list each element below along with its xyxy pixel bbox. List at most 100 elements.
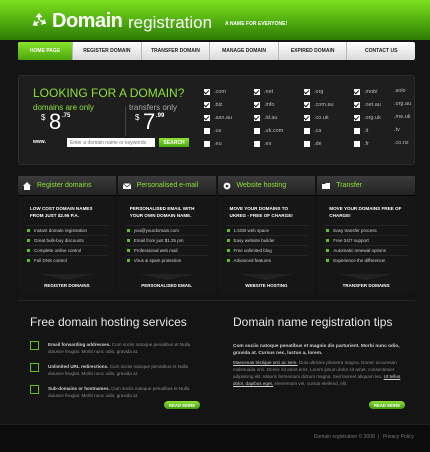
footer-text: Domain registration © 2008 | Privacy Pol…	[313, 434, 414, 440]
domains-dollar: $	[41, 113, 46, 122]
feature-columns: Register domains LOW COST DOMAIN NAMES F…	[18, 176, 415, 294]
feature-header[interactable]: Register domains	[18, 176, 116, 196]
domains-price-label: domains are only	[33, 103, 94, 112]
checkbox-checked[interactable]	[204, 89, 210, 95]
footer-copyright: © 2008	[358, 434, 375, 440]
checkbox[interactable]	[304, 141, 310, 147]
checkbox-checked[interactable]	[254, 115, 260, 121]
tld-option[interactable]: .co.uk	[304, 114, 354, 122]
service-item: Unlimited URL redirections. Cum sociis n…	[30, 363, 200, 377]
transfer-domains-link[interactable]: TRANSFER DOMAINS	[317, 283, 415, 288]
list-item: 1.5GB web space	[225, 225, 308, 235]
checkbox-checked[interactable]	[204, 102, 210, 108]
tld-option[interactable]: .info	[254, 101, 304, 109]
feature-header[interactable]: Personalised e-mail	[117, 176, 216, 196]
hosting-title: Free domain hosting services	[30, 315, 187, 329]
tagline: A NAME FOR EVERYONE!	[225, 21, 288, 27]
folder-icon	[322, 182, 331, 189]
feature-title: Transfer	[336, 182, 363, 189]
feature-header[interactable]: Website hosting	[217, 176, 316, 196]
feature-list: Instant domain registration Great bulk-b…	[26, 225, 108, 265]
nav-home[interactable]: HOME PAGE	[18, 42, 74, 60]
checkbox-checked[interactable]	[354, 102, 360, 108]
tld-option[interactable]: .uk.com	[254, 127, 304, 135]
feature-intro: MOVE YOUR DOMAINS FREE OF CHARGE!	[329, 206, 402, 218]
checkbox[interactable]	[254, 128, 260, 134]
subdomain-icon	[30, 385, 39, 394]
hosting-read-more-button[interactable]: READ MORE	[164, 401, 200, 409]
tips-link-1[interactable]: Maecenas tristique orci ac sem.	[233, 360, 298, 365]
nav-register-domain[interactable]: REGISTER DOMAIN	[73, 42, 142, 60]
list-item: Automatic renewal options	[325, 245, 407, 255]
service-text: Sub-domains or hostnames. Cum sociis nat…	[48, 386, 190, 398]
list-item: Advanced features	[225, 255, 308, 265]
feature-intro: LOW COST DOMAIN NAMES FROM JUST $2.95 P.…	[30, 206, 93, 218]
list-item: Great bulk-buy discounts	[26, 235, 108, 245]
feature-list: Easy transfer process Free 24/7 support …	[325, 225, 407, 265]
arrow-down-icon	[138, 274, 195, 280]
main-nav: HOME PAGE REGISTER DOMAIN TRANSFER DOMAI…	[18, 42, 415, 60]
nav-manage-domain[interactable]: MANAGE DOMAIN	[210, 42, 279, 60]
checkbox-checked[interactable]	[304, 89, 310, 95]
tld-extra: .me.uk	[394, 114, 411, 120]
arrow-down-icon	[38, 274, 95, 280]
tld-option[interactable]: .us	[204, 127, 254, 135]
tips-read-more-button[interactable]: READ MORE	[369, 401, 405, 409]
website-hosting-link[interactable]: WEBSITE HOSTING	[218, 283, 316, 288]
search-button[interactable]: SEARCH	[159, 138, 189, 147]
redirect-icon	[30, 363, 39, 372]
feature-transfer: Transfer MOVE YOUR DOMAINS FREE OF CHARG…	[317, 176, 415, 294]
personalised-email-link[interactable]: PERSONALISED EMAIL	[118, 283, 216, 288]
feature-header[interactable]: Transfer	[317, 176, 415, 196]
feature-list: you@yourdomain.com Email from just $1.25…	[125, 225, 208, 265]
arrow-down-icon	[238, 274, 295, 280]
feature-title: Register domains	[37, 182, 92, 189]
logo-text-domain[interactable]: Domain	[52, 10, 123, 33]
tips-body: Maecenas tristique orci ac sem. Duis ult…	[233, 360, 401, 386]
checkbox[interactable]	[304, 128, 310, 134]
nav-transfer-domain[interactable]: TRANSFER DOMAIN	[142, 42, 211, 60]
logo-text-registration[interactable]: registration	[128, 13, 212, 33]
list-item: Easy website builder	[225, 235, 308, 245]
checkbox[interactable]	[204, 128, 210, 134]
service-text: Email forwarding addresses. Cum sociis n…	[48, 342, 191, 354]
checkbox-checked[interactable]	[354, 115, 360, 121]
tld-option[interactable]: .biz	[204, 101, 254, 109]
site-footer: Domain registration © 2008 | Privacy Pol…	[0, 424, 430, 452]
checkbox-checked[interactable]	[304, 115, 310, 121]
tld-option[interactable]: .ca	[304, 127, 354, 135]
tld-extra: .tv	[394, 127, 400, 133]
nav-expired-domain[interactable]: EXPIRED DOMAIN	[279, 42, 348, 60]
checkbox[interactable]	[354, 128, 360, 134]
tld-extra-column: .solo .org.au .me.uk .tv .co.nz	[394, 88, 411, 153]
tld-extra: .org.au	[394, 101, 412, 107]
list-item: Easy transfer process	[325, 225, 407, 235]
tld-option[interactable]: .eu	[204, 140, 254, 148]
checkbox[interactable]	[204, 141, 210, 147]
nav-contact-us[interactable]: CONTACT US	[347, 42, 415, 60]
checkbox-checked[interactable]	[254, 102, 260, 108]
list-item: you@yourdomain.com	[125, 225, 208, 235]
checkbox-checked[interactable]	[204, 115, 210, 121]
tld-option[interactable]: .de	[304, 140, 354, 148]
checkbox[interactable]	[254, 141, 260, 147]
domain-search-input[interactable]	[67, 138, 155, 147]
tld-option[interactable]: .com	[204, 88, 254, 96]
arrow-down-icon	[338, 274, 395, 280]
checkbox-checked[interactable]	[354, 89, 360, 95]
tld-option[interactable]: .es	[254, 140, 304, 148]
service-text: Unlimited URL redirections. Cum sociis n…	[48, 364, 189, 376]
privacy-policy-link[interactable]: Privacy Policy	[383, 434, 414, 440]
tld-option[interactable]: .org	[304, 88, 354, 96]
checkbox-checked[interactable]	[254, 89, 260, 95]
envelope-icon	[122, 182, 132, 189]
checkbox-checked[interactable]	[304, 102, 310, 108]
checkbox[interactable]	[354, 141, 360, 147]
feature-title: Website hosting	[236, 182, 287, 189]
tld-option[interactable]: .id.au	[254, 114, 304, 122]
tld-option[interactable]: .asn.au	[204, 114, 254, 122]
register-domains-link[interactable]: REGISTER DOMAINS	[18, 283, 116, 288]
tld-option[interactable]: .com.au	[304, 101, 354, 109]
tips-title: Domain name registration tips	[233, 315, 393, 329]
tld-option[interactable]: .net	[254, 88, 304, 96]
